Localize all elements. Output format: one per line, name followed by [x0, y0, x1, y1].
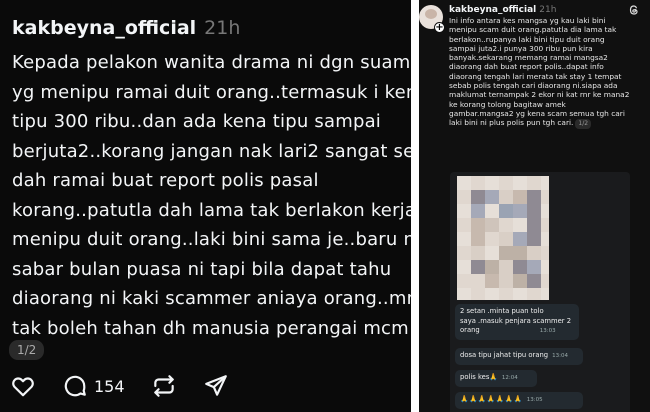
post-body: Kepada pelakon wanita drama ni dgn suami…: [12, 48, 411, 343]
threads-logo-icon[interactable]: [628, 4, 640, 16]
original-text-line: banyak.sekarang memang ramai mangsa2: [449, 53, 608, 63]
post-time: 21h: [204, 17, 241, 39]
original-text-line: diaorang tengah lari merata tak stay 1 t…: [449, 71, 622, 81]
comment-count: 154: [94, 376, 125, 396]
panel-divider: [411, 0, 419, 412]
chat-bubble: 🙏🙏🙏🙏🙏🙏🙏 13:05: [455, 392, 583, 409]
original-time: 21h: [539, 5, 557, 15]
repost-button[interactable]: [151, 373, 177, 399]
original-text-line: diaorang dah buat report polis..dapat in…: [449, 62, 604, 72]
original-text-line: gambar.mangsa2 yg kena scam semua tgh ca…: [449, 108, 625, 118]
original-username[interactable]: kakbeyna_official: [449, 5, 536, 15]
follow-plus-icon[interactable]: +: [434, 22, 445, 33]
chat-screenshot-image[interactable]: 2 setan .minta puan tolo saya .masuk pen…: [450, 172, 630, 412]
share-icon: [204, 375, 227, 396]
post-username[interactable]: kakbeyna_official: [12, 17, 196, 39]
post-text-line: tak boleh tahan dh manusia perangai mcm …: [12, 317, 411, 339]
post-text-line: yg menipu ramai duit orang..termasuk i k…: [12, 81, 411, 103]
original-text-line: berlakon..rupanya laki bini tipu duit or…: [449, 34, 605, 44]
post-text-line: sabar bulan puasa ni tapi bila dapat tah…: [12, 258, 392, 280]
post-text-line: dah ramai buat report polis pasal: [12, 170, 319, 191]
original-body: Ini info antara kes mangsa yg kau laki b…: [449, 16, 645, 129]
post-text-line: tipu 300 ribu..dan ada kena tipu sampai: [12, 111, 381, 132]
chat-bubble: polis kes🙏 12:04: [455, 370, 537, 387]
chat-bubble: dosa tipu jahat tipu orang 13:04: [455, 348, 583, 365]
original-text-line: laki bini ni plus polis pun tgh cari. 1/2: [449, 118, 645, 129]
post-actions: 154: [10, 371, 255, 401]
post-text-line: berjuta2..korang jangan nak lari2 sangat…: [12, 140, 411, 162]
chat-bubble: 2 setan .minta puan tolo saya .masuk pen…: [455, 304, 579, 340]
heart-icon: [12, 377, 34, 397]
original-text-line: maklumat ternampak 2 ekor ni kat rnr ke …: [449, 90, 630, 100]
repost-icon: [153, 375, 174, 397]
comment-icon: [64, 375, 86, 397]
post-zoomed-panel: kakbeyna_official 21h Kepada pelakon wani…: [0, 0, 411, 412]
post-text-line: menipu duit orang..laki bini sama je..ba…: [12, 229, 411, 250]
page-indicator: 1/2: [9, 340, 45, 360]
share-button[interactable]: [203, 373, 229, 399]
original-text-line: sebab polis tengah cari diaorang ni.siap…: [449, 81, 618, 91]
original-text-line: sampai juta2.i punya 300 ribu pun kira: [449, 43, 593, 53]
original-header: kakbeyna_official 21h: [449, 5, 556, 15]
post-text-line: Kepada pelakon wanita drama ni dgn suami: [12, 52, 411, 73]
post-header: kakbeyna_official 21h: [12, 17, 240, 39]
original-text-line: ke korang tolong bagitaw amek: [449, 99, 566, 109]
post-text-line: korang..patutla dah lama tak berlakon ke…: [12, 199, 411, 221]
like-button[interactable]: [10, 373, 36, 399]
original-page-indicator: 1/2: [575, 119, 592, 129]
pixelated-photo: [457, 176, 549, 300]
original-text-line: Ini info antara kes mangsa yg kau laki b…: [449, 16, 606, 25]
comment-button[interactable]: 154: [62, 373, 125, 399]
post-text-line: diaorang ni kaki scammer aniaya orang..m…: [12, 288, 411, 309]
original-text-line: menipu scam duit orang.patutla dia lama …: [449, 25, 617, 35]
